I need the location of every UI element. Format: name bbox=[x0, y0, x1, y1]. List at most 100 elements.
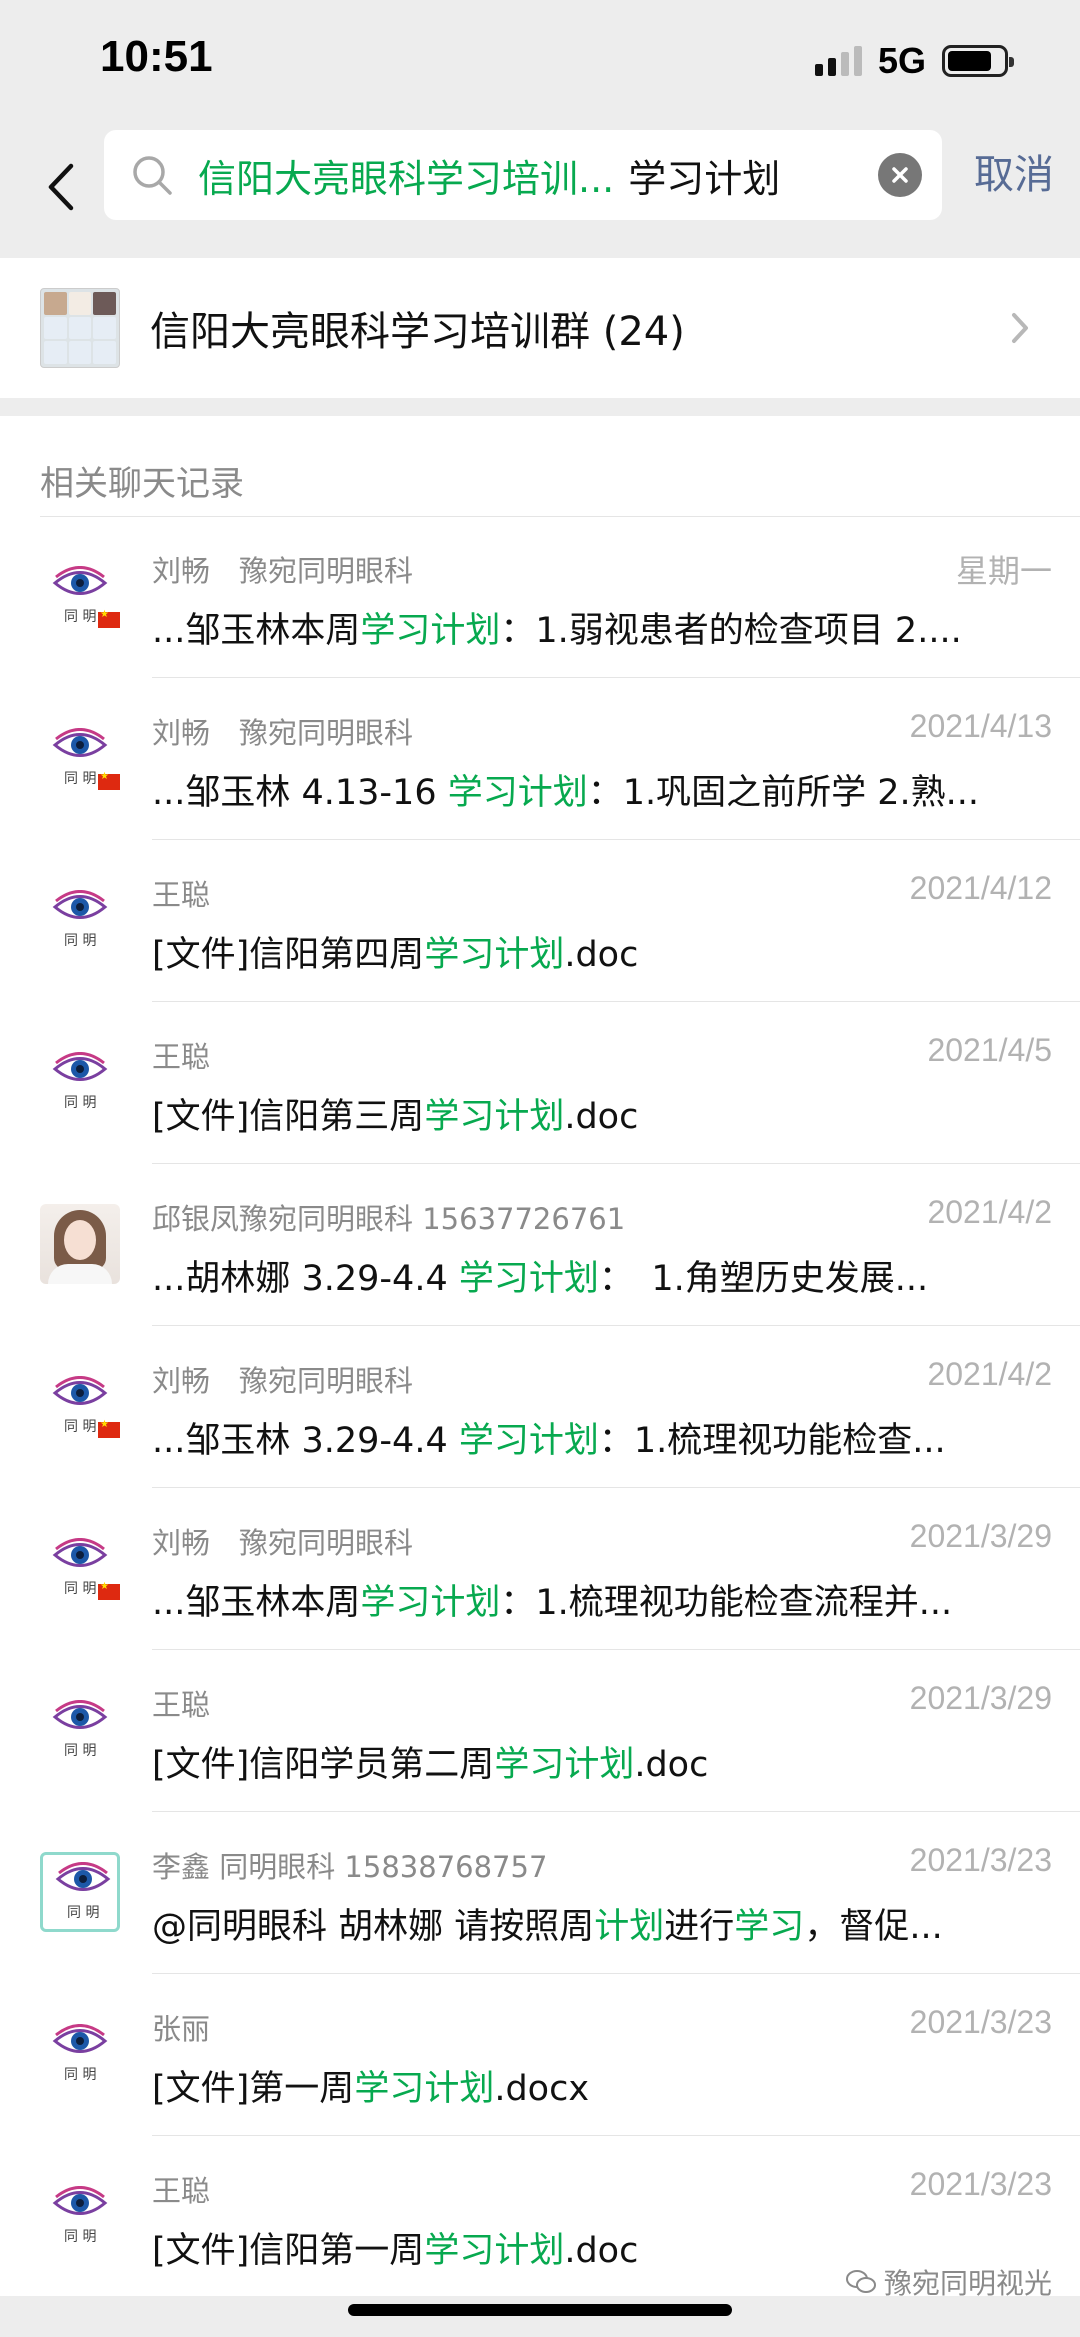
logo-text: 同 明 bbox=[64, 1581, 97, 1597]
cancel-button[interactable]: 取消 bbox=[974, 130, 1054, 220]
eye-logo-icon: 同 明 bbox=[40, 718, 120, 798]
search-input[interactable]: 信阳大亮眼科学习培训... 学习计划 bbox=[104, 130, 942, 220]
sender-name: 刘畅 豫宛同明眼科 bbox=[152, 554, 414, 588]
highlighted-keyword: 学习计划 bbox=[447, 773, 588, 813]
chat-result-row[interactable]: 同 明 王聪 2021/4/5 [文件]信阳第三周学习计划.doc bbox=[0, 1002, 1080, 1164]
china-flag-icon bbox=[98, 609, 120, 628]
network-type: 5G bbox=[877, 40, 926, 81]
sender-name: 刘畅 豫宛同明眼科 bbox=[152, 716, 414, 750]
china-flag-icon bbox=[98, 1419, 120, 1438]
message-snippet: [文件]第一周学习计划.docx bbox=[152, 2060, 1032, 2111]
china-flag-icon bbox=[98, 771, 120, 790]
clear-search-button[interactable] bbox=[878, 153, 922, 197]
china-flag-icon bbox=[98, 1581, 120, 1600]
chat-result-row[interactable]: 同 明 王聪 2021/3/29 [文件]信阳学员第二周学习计划.doc bbox=[0, 1650, 1080, 1812]
status-bar: 10:51 5G bbox=[0, 0, 1080, 120]
snippet-text: ：1.梳理视功能检查流程并... bbox=[500, 1583, 953, 1623]
avatar: 同 明 bbox=[40, 2176, 120, 2256]
highlighted-keyword: 学习计划 bbox=[354, 2069, 495, 2109]
chat-result-row[interactable]: 同 明 刘畅 豫宛同明眼科 2021/3/29 ...邹玉林本周学习计划：1.梳理视功… bbox=[0, 1488, 1080, 1650]
message-snippet: @同明眼科 胡林娜 请按照周计划进行学习，督促... bbox=[152, 1898, 1032, 1949]
sender-name: 刘畅 豫宛同明眼科 bbox=[152, 1526, 414, 1560]
section-title: 相关聊天记录 bbox=[40, 464, 244, 504]
highlighted-keyword: 学习计划 bbox=[458, 1259, 599, 1299]
search-icon bbox=[112, 130, 192, 220]
logo-text: 同 明 bbox=[64, 1095, 97, 1111]
snippet-text: [文件]信阳第三周 bbox=[152, 1097, 425, 1137]
message-snippet: ...邹玉林本周学习计划：1.梳理视功能检查流程并... bbox=[152, 1574, 1032, 1625]
avatar bbox=[40, 1204, 120, 1284]
chat-result-row[interactable]: 同 明 刘畅 豫宛同明眼科 2021/4/2 ...邹玉林 3.29-4.4 学习计划… bbox=[0, 1326, 1080, 1488]
home-indicator[interactable] bbox=[348, 2304, 732, 2316]
close-icon bbox=[892, 167, 908, 183]
snippet-text: ...邹玉林本周 bbox=[152, 611, 361, 651]
snippet-text: 进行 bbox=[664, 1907, 735, 1947]
logo-text: 同 明 bbox=[67, 1905, 100, 1921]
chat-result-row[interactable]: 同 明 刘畅 豫宛同明眼科 星期一 ...邹玉林本周学习计划：1.弱视患者的检查项目 … bbox=[0, 516, 1080, 678]
sender-name: 张丽 bbox=[152, 2012, 211, 2046]
highlighted-keyword: 学习计划 bbox=[424, 1097, 565, 1137]
logo-text: 同 明 bbox=[64, 1419, 97, 1435]
highlighted-keyword: 学习计划 bbox=[458, 1421, 599, 1461]
logo-text: 同 明 bbox=[64, 933, 97, 949]
snippet-text: [文件]信阳第一周 bbox=[152, 2231, 425, 2271]
avatar: 同 明 bbox=[40, 1852, 120, 1932]
eye-logo-icon: 同 明 bbox=[40, 1690, 120, 1770]
eye-logo-icon: 同 明 bbox=[43, 1852, 117, 1932]
snippet-text: ： 1.角塑历史发展... bbox=[598, 1259, 929, 1299]
results-list: 同 明刘畅 豫宛同明眼科星期一...邹玉林本周学习计划：1.弱视患者的检查项目 … bbox=[0, 516, 1080, 2298]
message-snippet: [文件]信阳第四周学习计划.doc bbox=[152, 926, 1032, 977]
chat-result-row[interactable]: 邱银凤豫宛同明眼科 15637726761 2021/4/2 ...胡林娜 3.29… bbox=[0, 1164, 1080, 1326]
message-time: 2021/3/23 bbox=[909, 1842, 1052, 1878]
message-time: 2021/3/29 bbox=[909, 1518, 1052, 1554]
message-time: 2021/4/12 bbox=[909, 870, 1052, 906]
watermark-text: 豫宛同明视光 bbox=[883, 2267, 1052, 2300]
highlighted-keyword: 学习计划 bbox=[424, 935, 565, 975]
status-time: 10:51 bbox=[100, 32, 213, 81]
signal-icon bbox=[814, 46, 862, 76]
avatar: 同 明 bbox=[40, 1366, 120, 1446]
snippet-text: @同明眼科 胡林娜 请按照周 bbox=[152, 1907, 595, 1947]
sender-name: 邱银凤豫宛同明眼科 15637726761 bbox=[152, 1202, 626, 1236]
avatar: 同 明 bbox=[40, 1042, 120, 1122]
back-button[interactable] bbox=[30, 142, 90, 232]
group-chat-row[interactable]: 信阳大亮眼科学习培训群 (24) bbox=[0, 258, 1080, 398]
chat-result-row[interactable]: 同 明 张丽 2021/3/23 [文件]第一周学习计划.docx bbox=[0, 1974, 1080, 2136]
eye-logo-icon: 同 明 bbox=[40, 2014, 120, 2094]
eye-logo-icon: 同 明 bbox=[40, 1528, 120, 1608]
avatar: 同 明 bbox=[40, 880, 120, 960]
chevron-left-icon bbox=[48, 163, 74, 211]
snippet-text: ...胡林娜 3.29-4.4 bbox=[152, 1259, 459, 1299]
group-avatar bbox=[40, 288, 120, 368]
chat-history-section: 相关聊天记录 同 明刘畅 豫宛同明眼科星期一...邹玉林本周学习计划：1.弱视患… bbox=[0, 416, 1080, 2296]
chat-result-row[interactable]: 同 明 刘畅 豫宛同明眼科 2021/4/13 ...邹玉林 4.13-16 学习计划… bbox=[0, 678, 1080, 840]
highlighted-keyword: 学习计划 bbox=[424, 2231, 565, 2271]
highlighted-keyword: 计划 bbox=[594, 1907, 665, 1947]
snippet-text: [文件]信阳第四周 bbox=[152, 935, 425, 975]
message-time: 2021/4/2 bbox=[927, 1356, 1052, 1392]
snippet-text: ，督促... bbox=[804, 1907, 943, 1947]
search-query[interactable]: 学习计划 bbox=[628, 148, 878, 203]
message-snippet: [文件]信阳第三周学习计划.doc bbox=[152, 1088, 1032, 1139]
snippet-text: [文件]信阳学员第二周 bbox=[152, 1745, 495, 1785]
message-snippet: [文件]信阳学员第二周学习计划.doc bbox=[152, 1736, 1032, 1787]
sender-name: 王聪 bbox=[152, 1040, 211, 1074]
chat-result-row[interactable]: 同 明 王聪 2021/4/12 [文件]信阳第四周学习计划.doc bbox=[0, 840, 1080, 1002]
highlighted-keyword: 学习计划 bbox=[360, 1583, 501, 1623]
eye-logo-icon: 同 明 bbox=[40, 556, 120, 636]
search-filter-tag[interactable]: 信阳大亮眼科学习培训... bbox=[198, 148, 614, 203]
snippet-text: .doc bbox=[564, 935, 639, 975]
logo-text: 同 明 bbox=[64, 1743, 97, 1759]
message-time: 星期一 bbox=[955, 553, 1052, 589]
eye-logo-icon: 同 明 bbox=[40, 1366, 120, 1446]
chat-result-row[interactable]: 同 明 李鑫 同明眼科 15838768757 2021/3/23 @同明眼科 胡林娜… bbox=[0, 1812, 1080, 1974]
logo-text: 同 明 bbox=[64, 609, 97, 625]
highlighted-keyword: 学习 bbox=[734, 1907, 805, 1947]
group-name: 信阳大亮眼科学习培训群 (24) bbox=[150, 309, 685, 355]
snippet-text: ...邹玉林 3.29-4.4 bbox=[152, 1421, 459, 1461]
snippet-text: .docx bbox=[494, 2069, 590, 2109]
snippet-text: .doc bbox=[634, 1745, 709, 1785]
avatar: 同 明 bbox=[40, 1528, 120, 1608]
message-time: 2021/3/23 bbox=[909, 2166, 1052, 2202]
sender-name: 刘畅 豫宛同明眼科 bbox=[152, 1364, 414, 1398]
